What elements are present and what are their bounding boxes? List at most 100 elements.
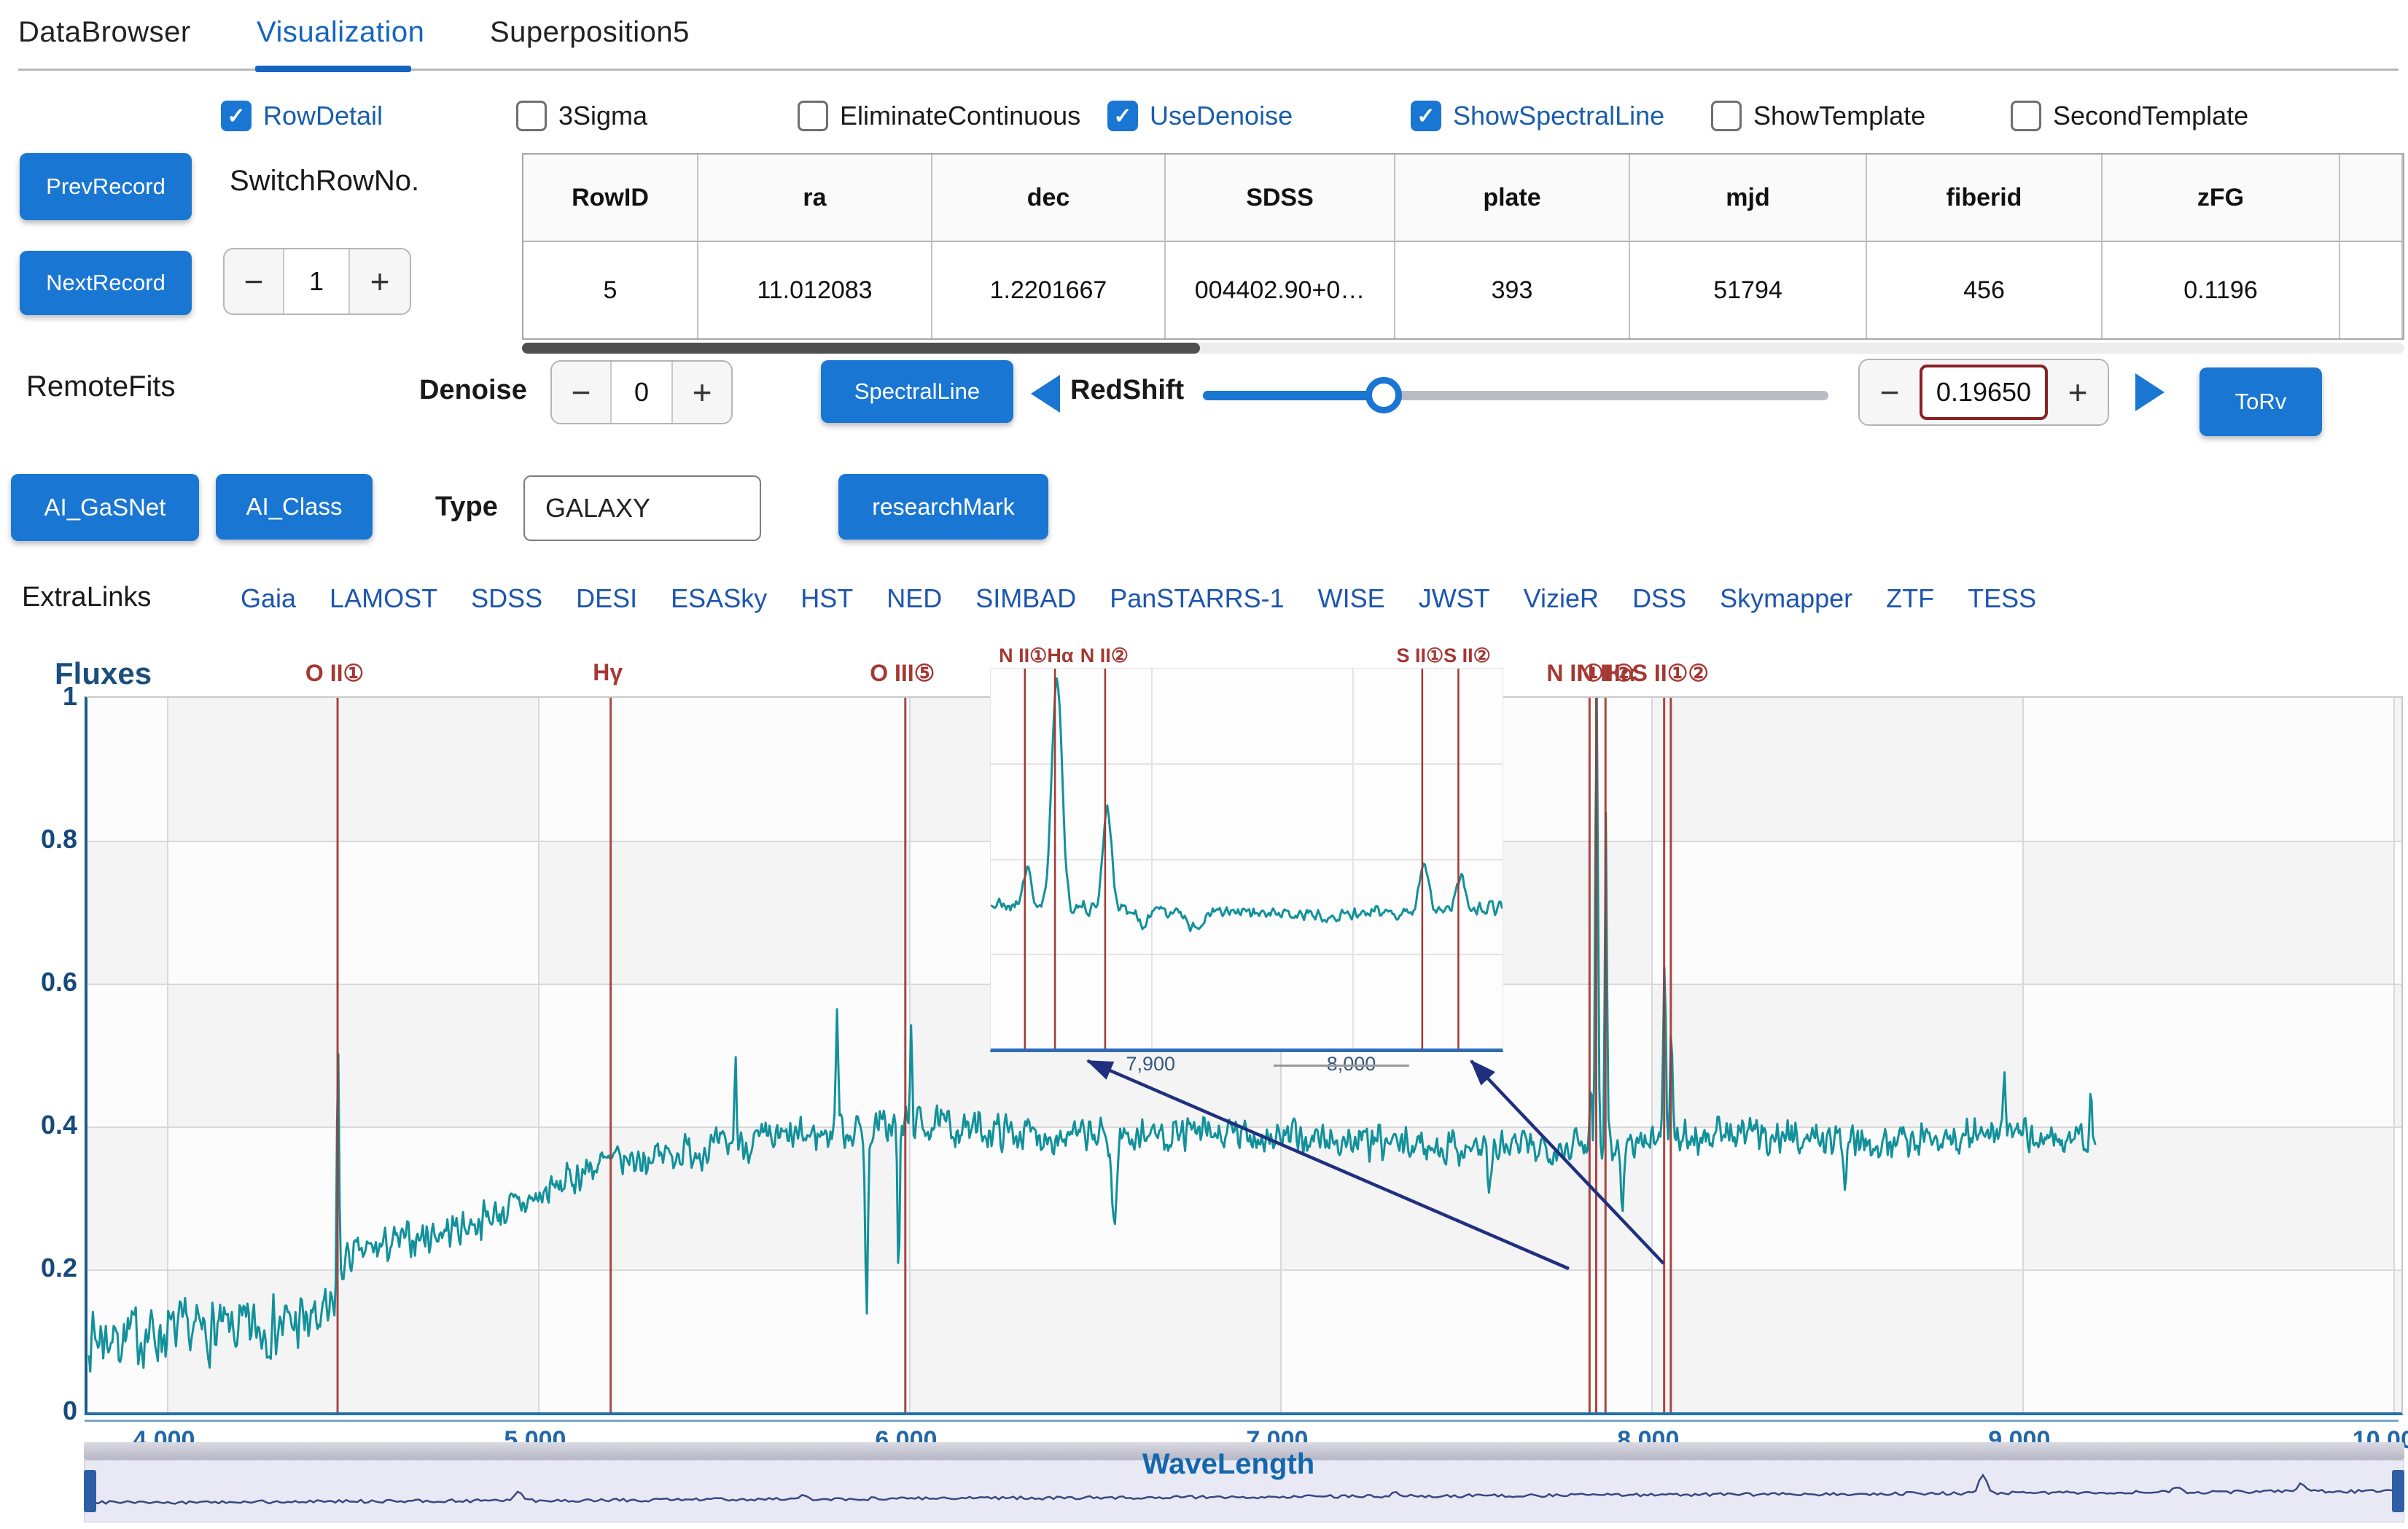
redshift-step-right-icon[interactable]: [2135, 373, 2165, 411]
denoise-decrement-button[interactable]: −: [552, 362, 610, 423]
checkbox-label-showspectralline: ShowSpectralLine: [1453, 100, 1664, 132]
checkbox-usedenoise[interactable]: ✓: [1107, 101, 1138, 131]
table-cell[interactable]: 0.1196: [2103, 242, 2340, 338]
table-hscrollbar-thumb[interactable]: [522, 343, 1200, 354]
tab-superposition5[interactable]: Superposition5: [490, 16, 690, 49]
y-tick-label: 1: [25, 679, 77, 714]
row-number-value[interactable]: 1: [283, 249, 350, 314]
table-header-cell: mjd: [1630, 155, 1867, 242]
redshift-stepper: − 0.19650 +: [1858, 359, 2109, 426]
denoise-label: Denoise: [419, 375, 527, 406]
spectral-line-label: O II①: [305, 659, 364, 687]
checkbox-label-rowdetail: RowDetail: [263, 100, 383, 132]
checkbox-eliminatecontinuous[interactable]: [798, 101, 828, 131]
table-header-cell: dec: [932, 155, 1166, 242]
table-header-cell: ra: [698, 155, 932, 242]
checkbox-label-usedenoise: UseDenoise: [1150, 100, 1293, 132]
table-cell[interactable]: 51794: [1630, 242, 1867, 338]
type-label: Type: [435, 491, 498, 523]
table-cell[interactable]: 11.012083: [698, 242, 932, 338]
checkbox-showtemplate[interactable]: [1711, 101, 1742, 131]
redshift-step-left-icon[interactable]: [1031, 375, 1060, 413]
table-header-cell: plate: [1395, 155, 1630, 242]
table-header-cell: [2340, 155, 2403, 242]
link-vizier[interactable]: VizieR: [1524, 583, 1599, 614]
link-gaia[interactable]: Gaia: [241, 583, 296, 614]
spectral-line-label: S II①②: [1632, 659, 1709, 687]
redshift-slider-handle[interactable]: [1365, 377, 1402, 413]
minimap-left-handle[interactable]: [84, 1470, 96, 1512]
table-header-row: RowIDradecSDSSplatemjdfiberidzFG: [523, 155, 2403, 242]
inset-x-tick-label: 7,900: [1126, 1053, 1175, 1075]
spectral-line-label: Hγ: [593, 659, 623, 686]
link-skymapper[interactable]: Skymapper: [1720, 583, 1852, 614]
ai-class-button[interactable]: AI_Class: [216, 474, 373, 540]
link-desi[interactable]: DESI: [576, 583, 637, 614]
spectral-line-label: O III⑤: [870, 659, 935, 687]
x-axis-secondary-line: [85, 1420, 2399, 1422]
redshift-decrement-button[interactable]: −: [1860, 360, 1920, 424]
inset-line-label: N II①Hα: [999, 645, 1073, 667]
redshift-value-input[interactable]: 0.19650: [1920, 365, 2048, 420]
table-header-cell: zFG: [2103, 155, 2340, 242]
tab-databrowser[interactable]: DataBrowser: [18, 16, 191, 49]
research-mark-button[interactable]: researchMark: [838, 474, 1048, 540]
zoom-inset-panel: [990, 668, 1503, 1052]
link-tess[interactable]: TESS: [1968, 583, 2036, 614]
table-cell[interactable]: 1.2201667: [932, 242, 1166, 338]
checkbox-rowdetail[interactable]: ✓: [221, 101, 252, 131]
table-row[interactable]: 511.0120831.2201667004402.90+0…393517944…: [523, 242, 2403, 338]
link-esasky[interactable]: ESASky: [671, 583, 767, 614]
table-hscrollbar-track[interactable]: [522, 343, 2404, 354]
remotefits-label: RemoteFits: [26, 370, 176, 403]
link-panstarrs-1[interactable]: PanSTARRS-1: [1110, 583, 1284, 614]
link-simbad[interactable]: SIMBAD: [975, 583, 1076, 614]
inset-svg: [991, 669, 1503, 1048]
ai-gasnet-button[interactable]: AI_GaSNet: [11, 474, 199, 541]
inset-scale-bar: [1274, 1065, 1409, 1067]
link-jwst[interactable]: JWST: [1419, 583, 1490, 614]
row-number-stepper: − 1 +: [223, 248, 411, 315]
denoise-value[interactable]: 0: [610, 362, 673, 423]
minimap-right-handle[interactable]: [2392, 1470, 2404, 1512]
row-number-increment-button[interactable]: +: [350, 249, 410, 314]
table-cell[interactable]: 004402.90+0…: [1166, 242, 1395, 338]
table-header-cell: fiberid: [1867, 155, 2103, 242]
row-number-decrement-button[interactable]: −: [225, 249, 283, 314]
checkbox-label-eliminatecontinuous: EliminateContinuous: [840, 100, 1080, 132]
y-tick-label: 0.8: [25, 822, 77, 857]
redshift-slider-fill: [1203, 391, 1384, 400]
active-tab-underline: [255, 66, 411, 72]
torv-button[interactable]: ToRv: [2199, 367, 2322, 436]
table-header-cell: RowID: [523, 155, 698, 242]
inset-spectrum-polyline: [991, 679, 1502, 932]
checkbox-secondtemplate[interactable]: [2011, 101, 2041, 131]
link-hst[interactable]: HST: [800, 583, 853, 614]
table-cell[interactable]: 393: [1395, 242, 1630, 338]
link-sdss[interactable]: SDSS: [471, 583, 542, 614]
link-dss[interactable]: DSS: [1632, 583, 1686, 614]
table-header-cell: SDSS: [1166, 155, 1395, 242]
spectral-line-button[interactable]: SpectralLine: [821, 360, 1013, 423]
external-links-row: Gaia LAMOST SDSS DESI ESASky HST NED SIMBAD PanS…: [241, 583, 2036, 614]
y-tick-label: 0: [25, 1393, 77, 1428]
table-cell[interactable]: [2340, 242, 2403, 338]
denoise-increment-button[interactable]: +: [673, 362, 731, 423]
redshift-increment-button[interactable]: +: [2048, 360, 2108, 424]
checkbox-showspectralline[interactable]: ✓: [1411, 101, 1441, 131]
inset-line-label: N II②: [1080, 645, 1129, 667]
type-input[interactable]: GALAXY: [523, 475, 761, 541]
table-cell[interactable]: 5: [523, 242, 698, 338]
link-ned[interactable]: NED: [887, 583, 942, 614]
table-cell[interactable]: 456: [1867, 242, 2103, 338]
spectral-line-label: N II②: [1577, 659, 1634, 687]
y-tick-label: 0.4: [25, 1108, 77, 1143]
checkbox-label-showtemplate: ShowTemplate: [1753, 100, 1925, 132]
link-ztf[interactable]: ZTF: [1886, 583, 1934, 614]
tab-visualization[interactable]: Visualization: [257, 16, 424, 49]
link-lamost[interactable]: LAMOST: [330, 583, 437, 614]
link-wise[interactable]: WISE: [1318, 583, 1385, 614]
next-record-button[interactable]: NextRecord: [20, 251, 192, 315]
prev-record-button[interactable]: PrevRecord: [20, 153, 192, 220]
checkbox-3sigma[interactable]: [516, 101, 547, 131]
